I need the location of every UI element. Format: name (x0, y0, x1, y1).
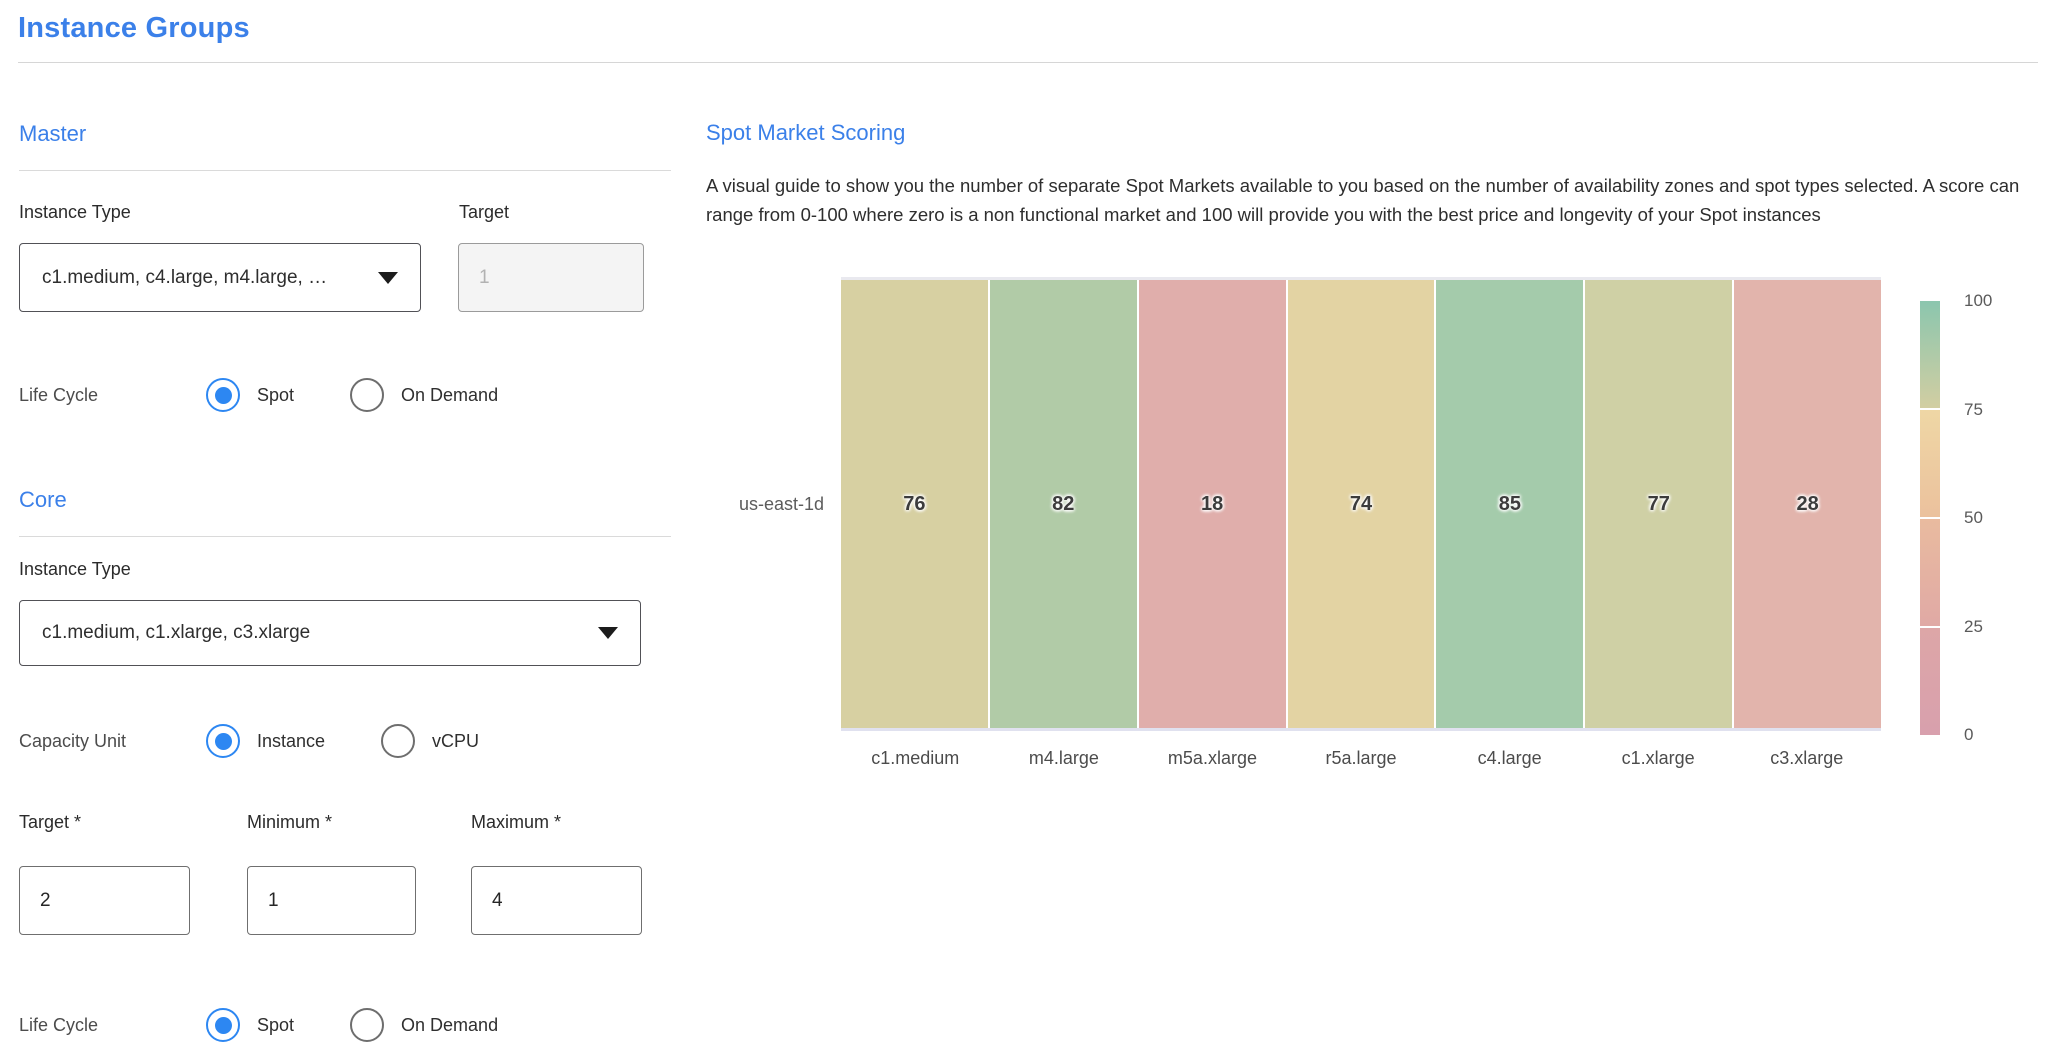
heatmap-cell-value: 82 (1052, 493, 1074, 516)
heatmap-cell-value: 18 (1201, 493, 1223, 516)
heatmap-cell-value: 77 (1648, 493, 1670, 516)
master-section-heading: Master (19, 121, 86, 147)
core-capacity-option-vcpu[interactable]: vCPU (381, 724, 479, 758)
core-instance-type-label: Instance Type (19, 559, 131, 580)
core-maximum-label: Maximum * (471, 812, 561, 833)
heatmap-cell-value: 28 (1796, 493, 1818, 516)
spot-market-scoring-description: A visual guide to show you the number of… (706, 171, 2036, 229)
colorbar-segment (1920, 408, 1940, 517)
core-lifecycle-option-on-demand[interactable]: On Demand (350, 1008, 498, 1042)
colorbar-tick-label: 75 (1964, 400, 1983, 420)
heatmap-x-label: c1.medium (841, 748, 990, 769)
radio-unselected-icon[interactable] (350, 1008, 384, 1042)
master-instance-type-select[interactable]: c1.medium, c4.large, m4.large, … (19, 243, 421, 312)
master-target-input (458, 243, 644, 312)
radio-unselected-icon[interactable] (381, 724, 415, 758)
heatmap-cell-c4.large[interactable]: 85 (1436, 280, 1583, 728)
core-capacity-option-instance[interactable]: Instance (206, 724, 325, 758)
core-capacity-unit-label: Capacity Unit (19, 731, 206, 752)
heatmap-x-label: m4.large (990, 748, 1139, 769)
core-instance-type-value: c1.medium, c1.xlarge, c3.xlarge (42, 622, 584, 644)
core-maximum-input[interactable] (471, 866, 642, 935)
heatmap-cell-value: 74 (1350, 493, 1372, 516)
colorbar-tick-labels: 1007550250 (1964, 301, 2034, 735)
core-section-heading: Core (19, 487, 67, 513)
heatmap-x-label: c1.xlarge (1584, 748, 1733, 769)
core-lifecycle-label: Life Cycle (19, 1015, 206, 1036)
core-target-label: Target * (19, 812, 81, 833)
instance-groups-page: Instance Groups Master Instance Type c1.… (0, 0, 2058, 1058)
core-minimum-label: Minimum * (247, 812, 332, 833)
master-lifecycle-option-spot[interactable]: Spot (206, 378, 294, 412)
spot-market-scoring-heading: Spot Market Scoring (706, 120, 905, 146)
master-instance-type-label: Instance Type (19, 202, 131, 223)
radio-selected-icon[interactable] (206, 1008, 240, 1042)
core-instance-type-select[interactable]: c1.medium, c1.xlarge, c3.xlarge (19, 600, 641, 666)
master-divider (19, 170, 671, 171)
heatmap-cell-value: 85 (1499, 493, 1521, 516)
heatmap-x-label: m5a.xlarge (1138, 748, 1287, 769)
core-lifecycle-option-spot[interactable]: Spot (206, 1008, 294, 1042)
master-instance-type-value: c1.medium, c4.large, m4.large, … (42, 267, 364, 289)
heatmap-cell-c1.xlarge[interactable]: 77 (1585, 280, 1732, 728)
chevron-down-icon (598, 627, 618, 639)
heatmap-cell-value: 76 (903, 493, 925, 516)
chevron-down-icon (378, 272, 398, 284)
core-target-input[interactable] (19, 866, 190, 935)
heatmap-cell-m4.large[interactable]: 82 (990, 280, 1137, 728)
master-lifecycle-label: Life Cycle (19, 385, 206, 406)
radio-selected-icon[interactable] (206, 724, 240, 758)
heatmap-x-label: r5a.large (1287, 748, 1436, 769)
left-column: Master Instance Type c1.medium, c4.large… (19, 0, 673, 1058)
colorbar-segment (1920, 517, 1940, 626)
colorbar-tick-label: 0 (1964, 725, 1973, 745)
colorbar-tick-label: 25 (1964, 617, 1983, 637)
heatmap-cell-m5a.xlarge[interactable]: 18 (1139, 280, 1286, 728)
heatmap-row-label: us-east-1d (724, 494, 824, 515)
colorbar-tick-label: 50 (1964, 508, 1983, 528)
spot-market-scoring-panel: Spot Market Scoring A visual guide to sh… (706, 0, 2046, 1058)
heatmap-x-label: c3.xlarge (1732, 748, 1881, 769)
heatmap: 76 82 18 74 85 77 28 (841, 277, 1881, 731)
heatmap-x-label: c4.large (1435, 748, 1584, 769)
radio-unselected-icon[interactable] (350, 378, 384, 412)
core-divider (19, 536, 671, 537)
heatmap-x-axis-labels: c1.mediumm4.largem5a.xlarger5a.largec4.l… (841, 748, 1881, 769)
colorbar-gradient (1920, 301, 1940, 735)
colorbar-segment (1920, 626, 1940, 735)
core-minimum-input[interactable] (247, 866, 416, 935)
colorbar-segment (1920, 301, 1940, 408)
master-lifecycle-option-on-demand[interactable]: On Demand (350, 378, 498, 412)
radio-selected-icon[interactable] (206, 378, 240, 412)
core-capacity-unit-row: Capacity Unit Instance vCPU (19, 723, 535, 759)
master-target-label: Target (459, 202, 509, 223)
heatmap-cell-c1.medium[interactable]: 76 (841, 280, 988, 728)
colorbar-tick-label: 100 (1964, 291, 1992, 311)
core-lifecycle-row: Life Cycle Spot On Demand (19, 1007, 554, 1043)
heatmap-cell-c3.xlarge[interactable]: 28 (1734, 280, 1881, 728)
heatmap-cell-r5a.large[interactable]: 74 (1288, 280, 1435, 728)
master-lifecycle-row: Life Cycle Spot On Demand (19, 377, 554, 413)
